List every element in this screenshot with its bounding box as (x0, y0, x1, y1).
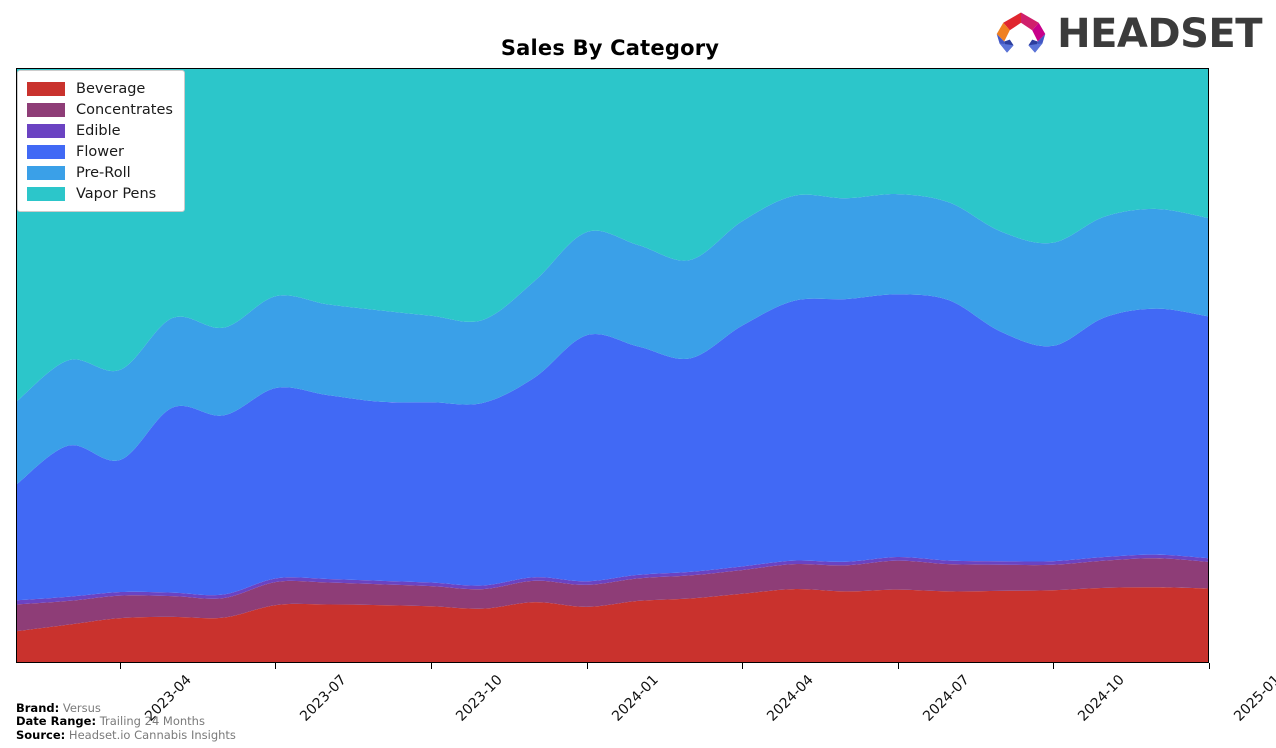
footer-row: Source: Headset.io Cannabis Insights (16, 727, 236, 743)
legend-item-label: Beverage (76, 80, 146, 97)
x-tick-label: 2023-07 (297, 672, 351, 725)
x-tick-mark (1209, 663, 1210, 669)
legend-item-label: Flower (76, 143, 124, 160)
stacked-area-chart (17, 69, 1208, 662)
footer-label: Date Range: (16, 714, 97, 728)
x-tick-mark (275, 663, 277, 669)
chart-footer: Brand: Versus Date Range: Trailing 24 Mon… (16, 700, 236, 743)
x-tick-mark (430, 663, 432, 669)
x-tick-mark (742, 663, 744, 669)
x-tick-mark (897, 663, 899, 669)
chart-plot-area (16, 68, 1209, 663)
legend-item[interactable]: Beverage (27, 78, 173, 99)
footer-value: Versus (59, 700, 101, 715)
x-tick-mark (119, 663, 121, 669)
legend-item[interactable]: Pre-Roll (27, 162, 173, 183)
x-tick-label: 2025-01 (1231, 672, 1276, 725)
legend-swatch-icon (27, 81, 65, 96)
x-tick-label: 2024-07 (919, 672, 973, 725)
legend-item-label: Pre-Roll (76, 164, 131, 181)
footer-value: Trailing 24 Months (96, 714, 205, 728)
headset-brand-logo: HEADSET (993, 10, 1262, 58)
chart-legend: Beverage Concentrates Edible Flower Pre-Roll… (17, 70, 185, 212)
x-tick-label: 2024-04 (764, 672, 817, 725)
legend-item[interactable]: Edible (27, 120, 173, 141)
x-tick-mark (1053, 663, 1055, 669)
legend-swatch-icon (27, 123, 65, 138)
legend-item-label: Vapor Pens (76, 185, 157, 202)
footer-row: Brand: Versus (16, 700, 236, 716)
footer-label: Source: (16, 727, 66, 742)
legend-item[interactable]: Vapor Pens (27, 183, 173, 204)
headset-arch-logo (996, 12, 1046, 53)
legend-item-label: Edible (76, 122, 121, 139)
legend-swatch-icon (27, 102, 65, 117)
x-tick-mark (586, 663, 588, 669)
legend-item-label: Concentrates (76, 101, 173, 118)
legend-swatch-icon (27, 165, 65, 180)
x-tick-label: 2023-10 (453, 672, 506, 725)
x-tick-label: 2024-10 (1075, 672, 1129, 725)
x-tick-label: 2024-01 (608, 672, 662, 725)
footer-row: Date Range: Trailing 24 Months (16, 714, 236, 729)
legend-swatch-icon (27, 144, 65, 159)
footer-label: Brand: (16, 700, 60, 715)
legend-item[interactable]: Flower (27, 141, 173, 162)
footer-value: Headset.io Cannabis Insights (65, 727, 236, 742)
headset-wordmark: HEADSET (1057, 11, 1262, 57)
legend-swatch-icon (27, 186, 65, 201)
legend-item[interactable]: Concentrates (27, 99, 173, 120)
